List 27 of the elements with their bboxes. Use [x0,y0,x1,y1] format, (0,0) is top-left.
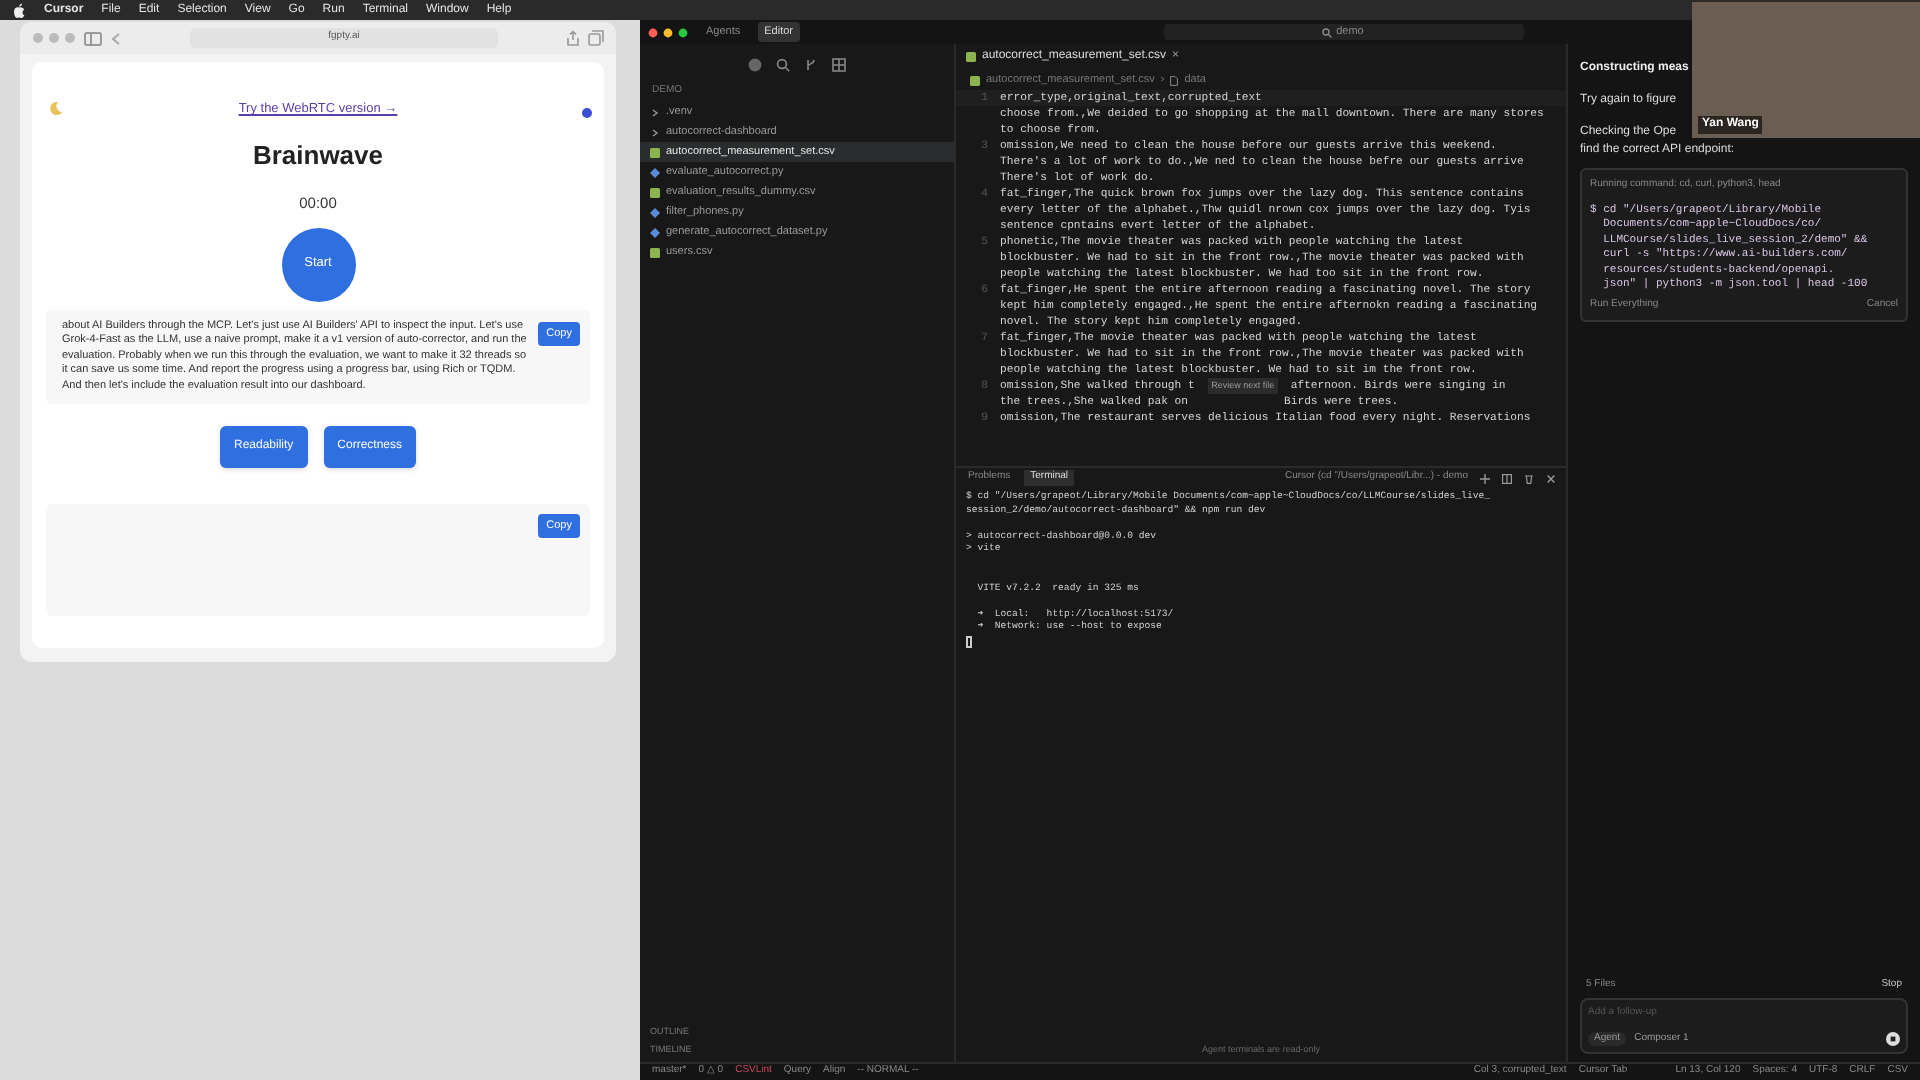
transcript-box[interactable] [46,309,590,404]
sidebar-icon [84,31,102,45]
app-title: Brainwave [252,137,384,174]
document-icon [1170,75,1179,85]
tabs-icon [588,30,604,46]
diamond-icon [650,167,660,177]
spreadsheet-icon [650,147,660,157]
send-icon [1886,1031,1900,1046]
back-icon [110,31,122,45]
spreadsheet-icon [970,75,980,85]
plus-icon [1480,473,1490,483]
spreadsheet-icon [650,187,660,197]
search-icon [1322,27,1333,37]
search-icon [776,57,790,71]
terminal-cursor [966,635,972,647]
grid-icon [832,57,846,71]
split-icon [1502,473,1512,483]
branch-icon [804,57,818,71]
spreadsheet-icon [966,52,976,62]
close-icon [1546,473,1556,483]
window-controls-icon [32,32,76,44]
apple-icon [12,2,26,18]
spreadsheet-icon [650,247,660,257]
moon-icon [48,100,64,116]
share-icon [566,30,580,46]
trash-icon [1524,473,1534,483]
window-controls-icon [648,27,688,37]
